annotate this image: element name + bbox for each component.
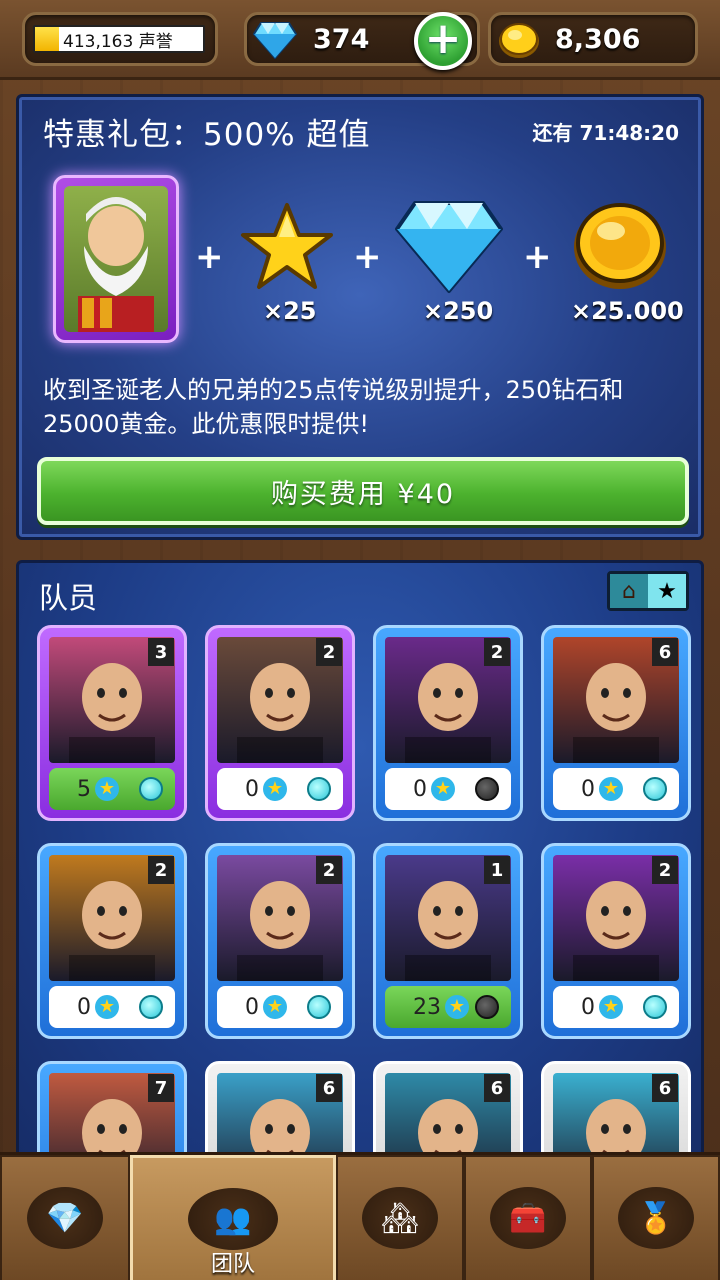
offer-title: 特惠礼包：500% 超值: [43, 117, 371, 153]
hero-level-badge: 6: [484, 1074, 510, 1102]
nav-tab-town[interactable]: 🏘: [336, 1155, 464, 1280]
hero-status-dot-icon: [475, 777, 499, 801]
star-icon: ★: [95, 777, 119, 801]
team-member-card[interactable]: 2 0 ★: [205, 625, 355, 821]
sort-by-star-icon[interactable]: ★: [648, 574, 686, 608]
hero-status-dot-icon: [643, 995, 667, 1019]
hero-stars-bar: 0 ★: [49, 986, 175, 1028]
team-member-card[interactable]: 1 23 ★: [373, 843, 523, 1039]
team-member-card[interactable]: 3 5 ★: [37, 625, 187, 821]
reputation-panel: 413,163 声誉: [22, 12, 218, 66]
diamond-shop-icon: 💎: [27, 1187, 103, 1249]
hero-stars-bar: 23 ★: [385, 986, 511, 1028]
hero-status-dot-icon: [139, 777, 163, 801]
hero-stars-bar: 0 ★: [553, 986, 679, 1028]
team-member-card[interactable]: 2 0 ★: [373, 625, 523, 821]
special-offer-panel: 特惠礼包：500% 超值 还有 71:48:20 + ×25 + ×250 +: [16, 94, 704, 540]
plus-sign: +: [523, 237, 552, 277]
reputation-fill: [35, 27, 59, 51]
hero-star-count: 0: [581, 776, 595, 802]
star-icon: ★: [599, 777, 623, 801]
star-icon: ★: [95, 995, 119, 1019]
hero-level-badge: 6: [652, 638, 678, 666]
star-icon: ★: [445, 995, 469, 1019]
gold-coin-icon: [574, 203, 666, 289]
gold-count: 8,306: [555, 24, 641, 55]
add-gems-button[interactable]: +: [414, 12, 472, 70]
plus-sign: +: [353, 237, 382, 277]
hero-status-dot-icon: [139, 995, 163, 1019]
plus-icon: +: [424, 13, 462, 64]
team-member-card[interactable]: 2 0 ★: [37, 843, 187, 1039]
star-icon: [241, 203, 333, 289]
team-member-card[interactable]: 6 0 ★: [541, 625, 691, 821]
buy-offer-label: 购买费用 ¥40: [270, 478, 456, 510]
star-icon: ★: [431, 777, 455, 801]
hero-star-count: 0: [77, 994, 91, 1020]
hero-stars-bar: 0 ★: [217, 986, 343, 1028]
buy-offer-button[interactable]: 购买费用 ¥40: [37, 457, 689, 525]
gold-panel[interactable]: 8,306: [488, 12, 698, 66]
hero-stars-bar: 0 ★: [385, 768, 511, 810]
hero-level-badge: 1: [484, 856, 510, 884]
nav-tab-treasure[interactable]: 🧰: [464, 1155, 592, 1280]
hero-star-count: 0: [245, 994, 259, 1020]
hero-star-count: 0: [413, 776, 427, 802]
team-member-card[interactable]: 2 0 ★: [541, 843, 691, 1039]
top-bar: 413,163 声誉 374 + 8,306: [0, 0, 720, 80]
diamond-reward-label: ×250: [423, 297, 494, 325]
nav-tab-team-label: 团队: [210, 1252, 255, 1277]
hero-level-badge: 6: [316, 1074, 342, 1102]
plus-sign: +: [195, 237, 224, 277]
team-panel: 队员 ⌂ ★ 3 5 ★ 2 0 ★ 2 0 ★ 6 0 ★ 2 0 ★ 2 0 ★ 1 23 ★ 2 0 ★ 7 6 6 6: [16, 560, 704, 1180]
nav-tab-shop[interactable]: 💎: [0, 1155, 130, 1280]
hero-status-dot-icon: [643, 777, 667, 801]
star-icon: ★: [599, 995, 623, 1019]
hero-level-badge: 2: [316, 638, 342, 666]
hero-level-badge: 2: [148, 856, 174, 884]
gold-reward-label: ×25.000: [571, 297, 684, 325]
hero-star-count: 23: [413, 994, 441, 1020]
santa-brother-hero-card[interactable]: [53, 175, 179, 343]
hero-stars-bar: 0 ★: [553, 768, 679, 810]
hero-level-badge: 7: [148, 1074, 174, 1102]
hero-stars-bar: 0 ★: [217, 768, 343, 810]
reputation-text: 413,163 声誉: [63, 31, 173, 52]
hero-status-dot-icon: [307, 995, 331, 1019]
hero-status-dot-icon: [307, 777, 331, 801]
team-member-card[interactable]: 2 0 ★: [205, 843, 355, 1039]
hero-status-dot-icon: [475, 995, 499, 1019]
reputation-bar: 413,163 声誉: [33, 25, 205, 53]
offer-timer: 还有 71:48:20: [532, 121, 679, 145]
offer-description: 收到圣诞老人的兄弟的25点传说级别提升，250钻石和25000黄金。此优惠限时提…: [43, 376, 624, 438]
star-icon: ★: [263, 777, 287, 801]
hero-star-count: 0: [245, 776, 259, 802]
hero-level-badge: 2: [484, 638, 510, 666]
achievement-medal-icon: 🏅: [618, 1187, 694, 1249]
sort-toggle[interactable]: ⌂ ★: [607, 571, 689, 611]
gems-count: 374: [313, 24, 370, 55]
diamond-icon: [253, 22, 297, 59]
hero-level-badge: 3: [148, 638, 174, 666]
treasure-chest-icon: 🧰: [490, 1187, 566, 1249]
hero-star-count: 0: [581, 994, 595, 1020]
nav-tab-team[interactable]: 👥 团队: [130, 1155, 336, 1280]
star-icon: ★: [263, 995, 287, 1019]
team-icon: 👥: [188, 1188, 278, 1250]
gold-coin-icon: [499, 23, 539, 58]
nav-tab-achievements[interactable]: 🏅: [592, 1155, 720, 1280]
star-reward-label: ×25: [263, 297, 317, 325]
team-title: 队员: [39, 581, 98, 615]
sort-by-house-icon[interactable]: ⌂: [610, 574, 648, 608]
bottom-navigation: 💎 👥 团队 🏘 🧰 🏅: [0, 1152, 720, 1280]
diamond-icon: [395, 201, 503, 293]
hero-star-count: 5: [77, 776, 91, 802]
hero-level-badge: 2: [316, 856, 342, 884]
hero-level-badge: 2: [652, 856, 678, 884]
town-icon: 🏘: [362, 1187, 438, 1249]
hero-stars-bar: 5 ★: [49, 768, 175, 810]
santa-brother-portrait: [64, 186, 168, 332]
hero-level-badge: 6: [652, 1074, 678, 1102]
